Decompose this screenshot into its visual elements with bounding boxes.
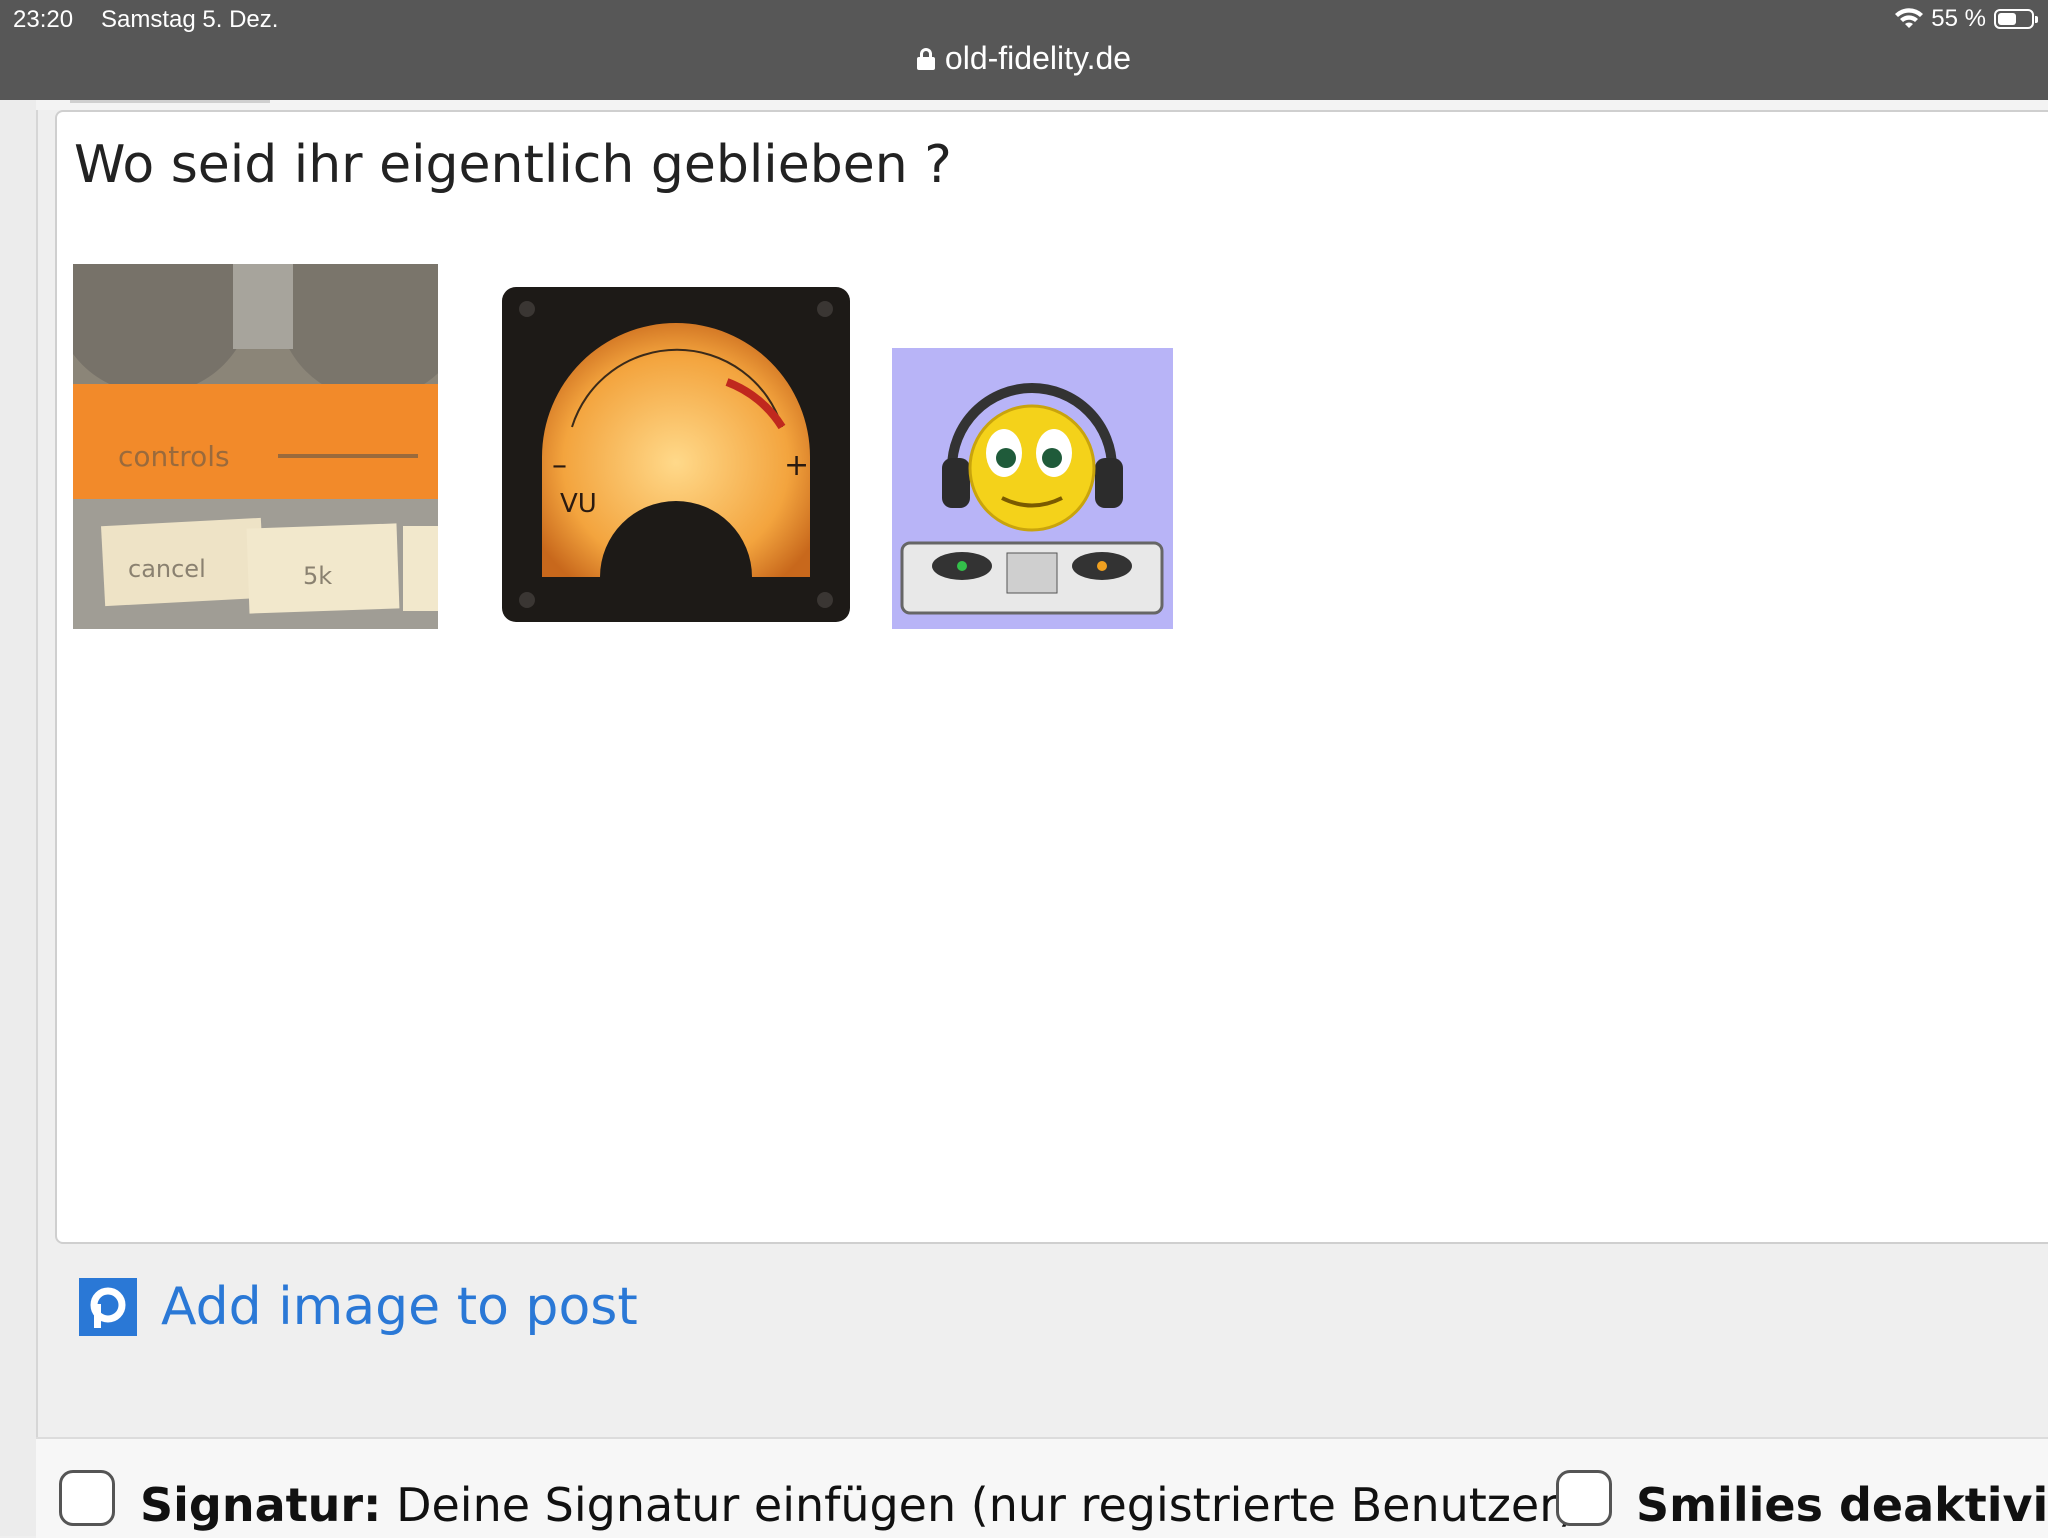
cancel-label: cancel	[128, 555, 206, 583]
left-gutter	[0, 100, 38, 1536]
svg-text:–: –	[552, 448, 567, 483]
editor-tab-edge	[70, 100, 270, 103]
vu-meter-art: VU – +	[519, 301, 833, 608]
controls-panel-art: controls cancel 5k	[73, 264, 438, 629]
status-time: 23:20	[13, 6, 74, 33]
signature-option: Signatur: Deine Signatur einfügen (nur r…	[140, 1478, 1591, 1532]
browser-status-bar: 23:20 Samstag 5. Dez. 55 % old-fidelity.…	[0, 0, 2048, 100]
add-image-link[interactable]: Add image to post	[79, 1277, 638, 1337]
status-right: 55 %	[1895, 5, 2038, 33]
add-image-label[interactable]: Add image to post	[161, 1277, 638, 1337]
signature-label: Signatur:	[140, 1478, 382, 1532]
5k-label: 5k	[303, 562, 332, 590]
signature-checkbox[interactable]	[59, 1470, 115, 1526]
editor-top-strip	[36, 100, 2048, 110]
controls-label: controls	[118, 440, 230, 473]
wifi-icon	[1895, 8, 1924, 28]
vu-label: VU	[560, 489, 597, 519]
p-glyph-icon	[90, 1287, 126, 1328]
dj-smiley-art	[900, 383, 1164, 615]
svg-text:+: +	[784, 448, 809, 483]
post-text[interactable]: Wo seid ihr eigentlich geblieben ?	[74, 135, 952, 195]
disable-smilies-checkbox[interactable]	[1556, 1470, 1612, 1526]
dj-smiley-image	[892, 348, 1173, 629]
signature-description: Deine Signatur einfügen (nur registriert…	[396, 1478, 1591, 1532]
lock-icon	[916, 47, 935, 70]
disable-smilies-option: Smilies deaktivie	[1636, 1478, 2048, 1532]
battery-icon	[1994, 9, 2038, 29]
status-date: Samstag 5. Dez.	[101, 6, 279, 33]
disable-smilies-label: Smilies deaktivie	[1636, 1478, 2048, 1532]
battery-percent: 55 %	[1931, 5, 1986, 32]
address-bar[interactable]: old-fidelity.de	[0, 40, 2048, 77]
url-text[interactable]: old-fidelity.de	[945, 40, 1131, 77]
vu-meter-image: VU – +	[502, 287, 850, 622]
postimage-p-icon	[79, 1278, 137, 1336]
controls-panel-image: controls cancel 5k	[73, 264, 438, 629]
